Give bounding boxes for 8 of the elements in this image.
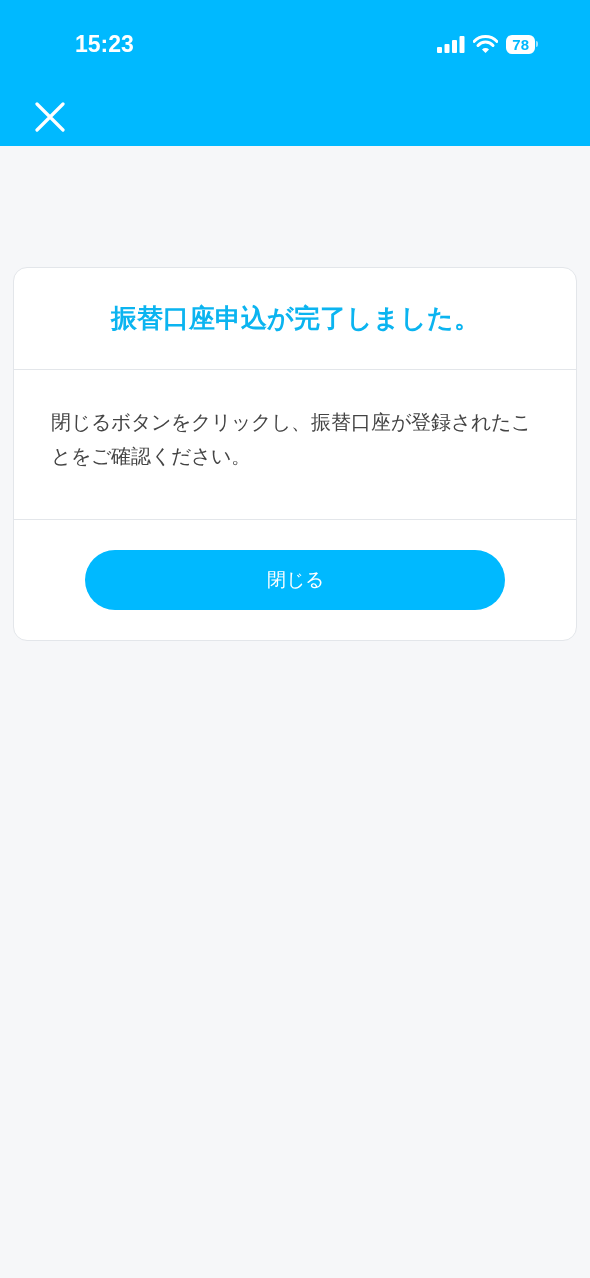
close-button[interactable] <box>35 102 65 132</box>
battery-level: 78 <box>506 34 535 54</box>
wifi-icon <box>473 34 499 54</box>
dialog-message: 閉じるボタンをクリックし、振替口座が登録されたことをご確認ください。 <box>51 409 532 470</box>
signal-icon <box>437 35 466 53</box>
dialog-title: 振替口座申込が完了しました。 <box>110 302 480 335</box>
status-time: 15:23 <box>75 30 134 58</box>
close-dialog-button[interactable]: 閉じる <box>85 550 505 610</box>
